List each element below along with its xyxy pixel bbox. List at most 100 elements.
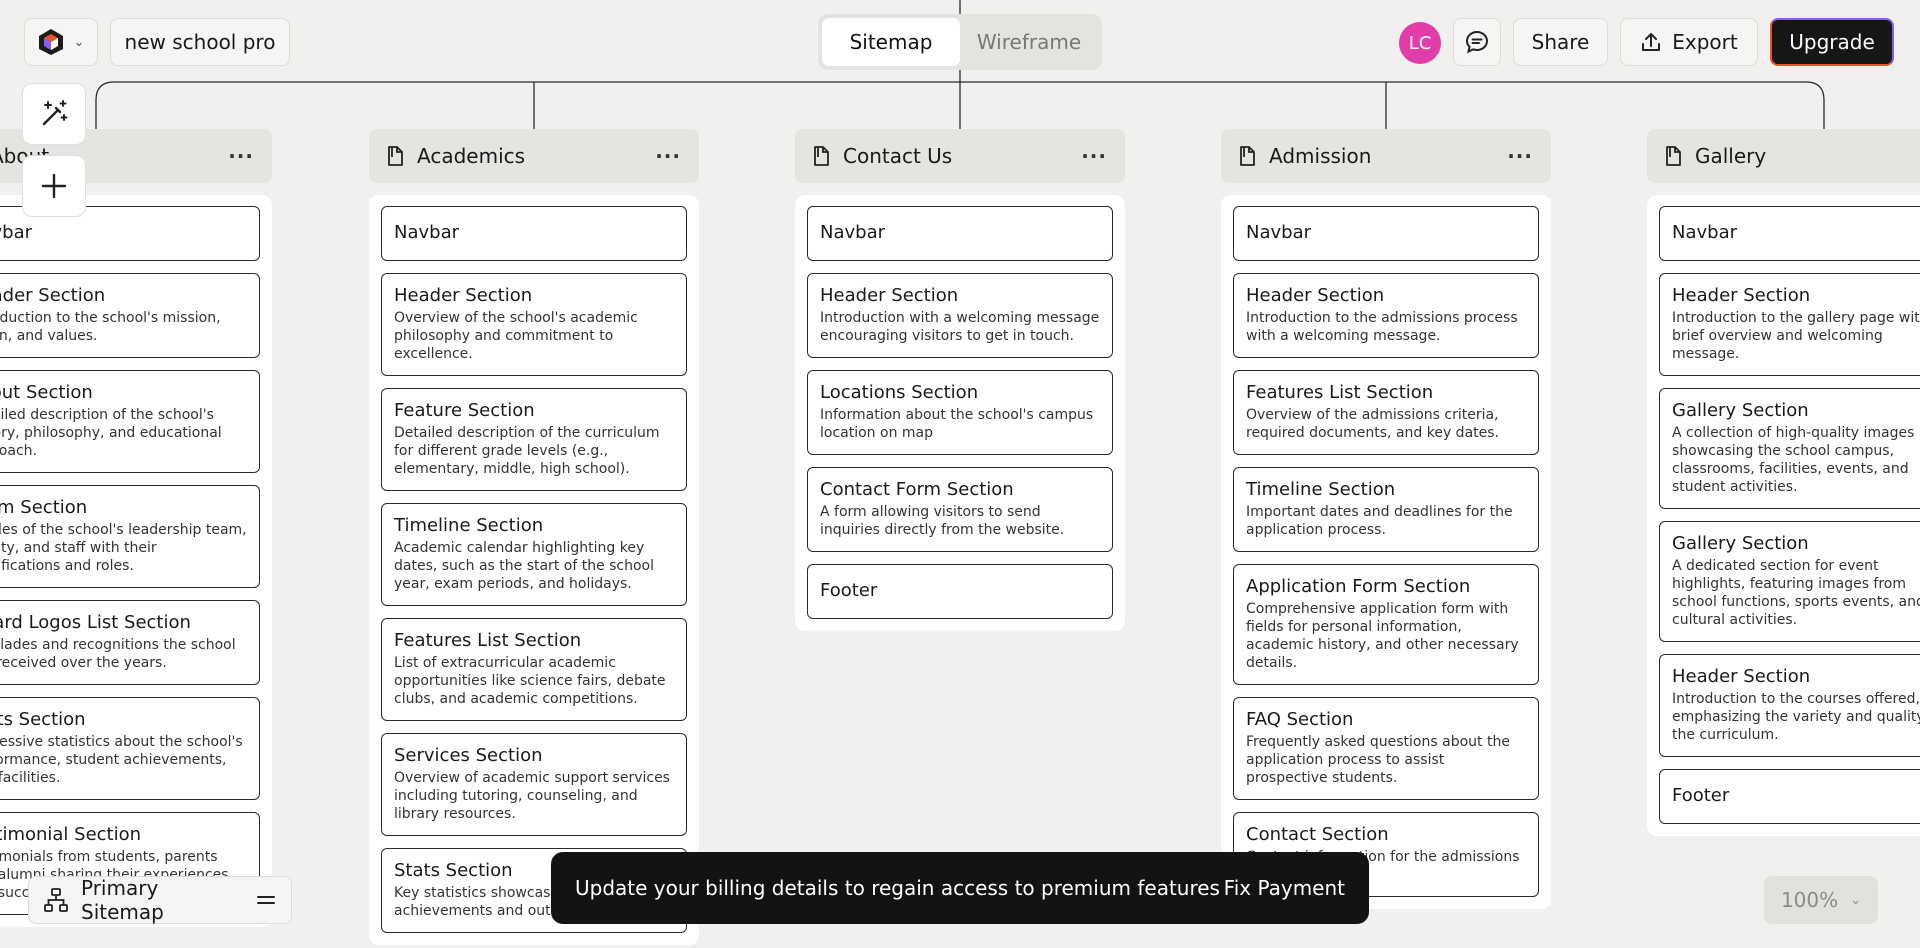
view-toggle[interactable]: Sitemap Wireframe <box>818 14 1102 70</box>
section-description: Impressive statistics about the school's… <box>0 734 243 786</box>
zoom-control[interactable]: 100% ⌄ <box>1764 876 1878 924</box>
export-button[interactable]: Export <box>1620 18 1758 66</box>
more-options-icon[interactable]: ··· <box>1507 146 1533 166</box>
section-card[interactable]: About Section Detailed description of the… <box>0 370 260 473</box>
toast-message: Update your billing details to regain ac… <box>575 876 1220 900</box>
section-card[interactable]: Header Section Introduction to the course… <box>1659 654 1920 757</box>
section-card[interactable]: Contact Form Section A form allowing visi… <box>807 467 1113 552</box>
section-description: Comprehensive application form with fiel… <box>1246 601 1519 671</box>
section-description: Frequently asked questions about the app… <box>1246 734 1510 786</box>
more-options-icon[interactable]: ··· <box>1081 146 1107 166</box>
section-title: Application Form Section <box>1246 576 1471 597</box>
tab-wireframe[interactable]: Wireframe <box>960 18 1098 66</box>
add-page-tool[interactable] <box>22 155 86 217</box>
comments-button[interactable] <box>1453 18 1501 66</box>
section-description: Detailed description of the curriculum f… <box>394 425 660 477</box>
sitemap-switcher[interactable]: Primary Sitemap <box>28 876 292 924</box>
section-description: Introduction to the school's mission, vi… <box>0 310 221 344</box>
section-card[interactable]: Navbar <box>1659 206 1920 261</box>
section-title: Header Section <box>1672 666 1811 687</box>
section-card[interactable]: Gallery Section A collection of high-qual… <box>1659 388 1920 509</box>
section-title: Navbar <box>820 222 886 243</box>
section-card[interactable]: Services Section Overview of academic sup… <box>381 733 687 836</box>
share-button[interactable]: Share <box>1513 18 1608 66</box>
section-description: A form allowing visitors to send inquiri… <box>820 504 1065 538</box>
section-card[interactable]: FAQ Section Frequently asked questions ab… <box>1233 697 1539 800</box>
page-header[interactable]: Admission ··· <box>1221 129 1551 183</box>
workspace-menu-button[interactable]: ⌄ <box>24 18 98 66</box>
section-title: Contact Section <box>1246 824 1389 845</box>
project-name[interactable]: new school pro <box>110 18 290 66</box>
section-card[interactable]: Team Section Profiles of the school's lea… <box>0 485 260 588</box>
section-description: Introduction to the courses offered, emp… <box>1672 691 1920 743</box>
section-card[interactable]: Features List Section List of extracurric… <box>381 618 687 721</box>
chevron-down-icon: ⌄ <box>1850 892 1862 908</box>
page-title: Gallery <box>1695 144 1767 168</box>
sitemap-name: Primary Sitemap <box>81 876 164 924</box>
section-title: Stats Section <box>0 709 86 730</box>
section-title: Contact Form Section <box>820 479 1014 500</box>
page-title: Admission <box>1269 144 1372 168</box>
section-card[interactable]: Timeline Section Important dates and dead… <box>1233 467 1539 552</box>
magic-wand-icon <box>42 100 68 126</box>
section-title: Timeline Section <box>394 515 544 536</box>
export-label: Export <box>1672 30 1738 54</box>
section-card[interactable]: Award Logos List Section Accolades and re… <box>0 600 260 685</box>
section-card[interactable]: Feature Section Detailed description of t… <box>381 388 687 491</box>
section-card[interactable]: Header Section Overview of the school's a… <box>381 273 687 376</box>
page-column-gallery[interactable]: Gallery··· Navbar Header Section Introducti… <box>1647 129 1920 836</box>
section-card[interactable]: Timeline Section Academic calendar highli… <box>381 503 687 606</box>
user-avatar[interactable]: LC <box>1399 22 1441 64</box>
section-card[interactable]: Gallery Section A dedicated section for e… <box>1659 521 1920 642</box>
section-title: Navbar <box>1246 222 1312 243</box>
fix-payment-button[interactable]: Fix Payment <box>1224 876 1345 900</box>
menu-icon[interactable] <box>255 889 277 911</box>
page-header[interactable]: Academics ··· <box>369 129 699 183</box>
upload-icon <box>1642 33 1661 51</box>
section-title: Locations Section <box>820 382 979 403</box>
section-card[interactable]: Footer <box>807 564 1113 619</box>
tab-sitemap[interactable]: Sitemap <box>822 18 960 66</box>
more-options-icon[interactable]: ··· <box>228 146 254 166</box>
section-title: Award Logos List Section <box>0 612 191 633</box>
page-column-about[interactable]: About···NavbarHeader SectionIntroduction… <box>0 129 272 927</box>
sitemap-canvas[interactable]: About···NavbarHeader SectionIntroduction… <box>0 0 1920 948</box>
section-title: Timeline Section <box>1246 479 1396 500</box>
section-card[interactable]: Header Section Introduction to the school… <box>0 273 260 358</box>
page-column-academics[interactable]: Academics ··· Navbar Header Section Overview… <box>369 129 699 945</box>
section-card[interactable]: Navbar <box>1233 206 1539 261</box>
section-description: Academic calendar highlighting key dates… <box>394 540 655 592</box>
section-description: A dedicated section for event highlights… <box>1672 558 1920 628</box>
section-card[interactable]: Footer <box>1659 769 1920 824</box>
section-description: Introduction to the admissions process w… <box>1246 310 1518 344</box>
section-description: Detailed description of the school's his… <box>0 407 222 459</box>
page-header[interactable]: Contact Us ··· <box>795 129 1125 183</box>
section-card[interactable]: Stats Section Impressive statistics about… <box>0 697 260 800</box>
section-card[interactable]: Header Section Introduction to the galler… <box>1659 273 1920 376</box>
page-column-admission[interactable]: Admission ··· Navbar Header Section Introduc… <box>1221 129 1551 909</box>
section-card[interactable]: Header Section Introduction to the admiss… <box>1233 273 1539 358</box>
section-title: About Section <box>0 382 93 403</box>
section-card[interactable]: Features List Section Overview of the adm… <box>1233 370 1539 455</box>
section-description: Information about the school's campus lo… <box>820 407 1094 441</box>
page-icon <box>1666 146 1681 166</box>
sitemap-icon <box>44 888 68 912</box>
page-title: Academics <box>417 144 526 168</box>
page-title: Contact Us <box>843 144 953 168</box>
section-card[interactable]: Navbar <box>807 206 1113 261</box>
section-card[interactable]: Application Form Section Comprehensive ap… <box>1233 564 1539 685</box>
section-card[interactable]: Navbar <box>381 206 687 261</box>
page-header[interactable]: Gallery··· <box>1647 129 1920 183</box>
more-options-icon[interactable]: ··· <box>655 146 681 166</box>
page-icon <box>814 146 829 166</box>
upgrade-button[interactable]: Upgrade <box>1770 18 1894 66</box>
ai-generate-tool[interactable] <box>22 83 86 145</box>
section-description: List of extracurricular academic opportu… <box>394 655 666 707</box>
section-card[interactable]: Locations Section Information about the s… <box>807 370 1113 455</box>
section-card[interactable]: Header Section Introduction with a welcom… <box>807 273 1113 358</box>
page-column-contact-us[interactable]: Contact Us ··· Navbar Header Section Introdu… <box>795 129 1125 631</box>
section-title: Services Section <box>394 745 543 766</box>
section-title: Team Section <box>0 497 88 518</box>
section-list: Navbar Header Section Introduction to the … <box>0 195 272 927</box>
section-title: Features List Section <box>394 630 582 651</box>
